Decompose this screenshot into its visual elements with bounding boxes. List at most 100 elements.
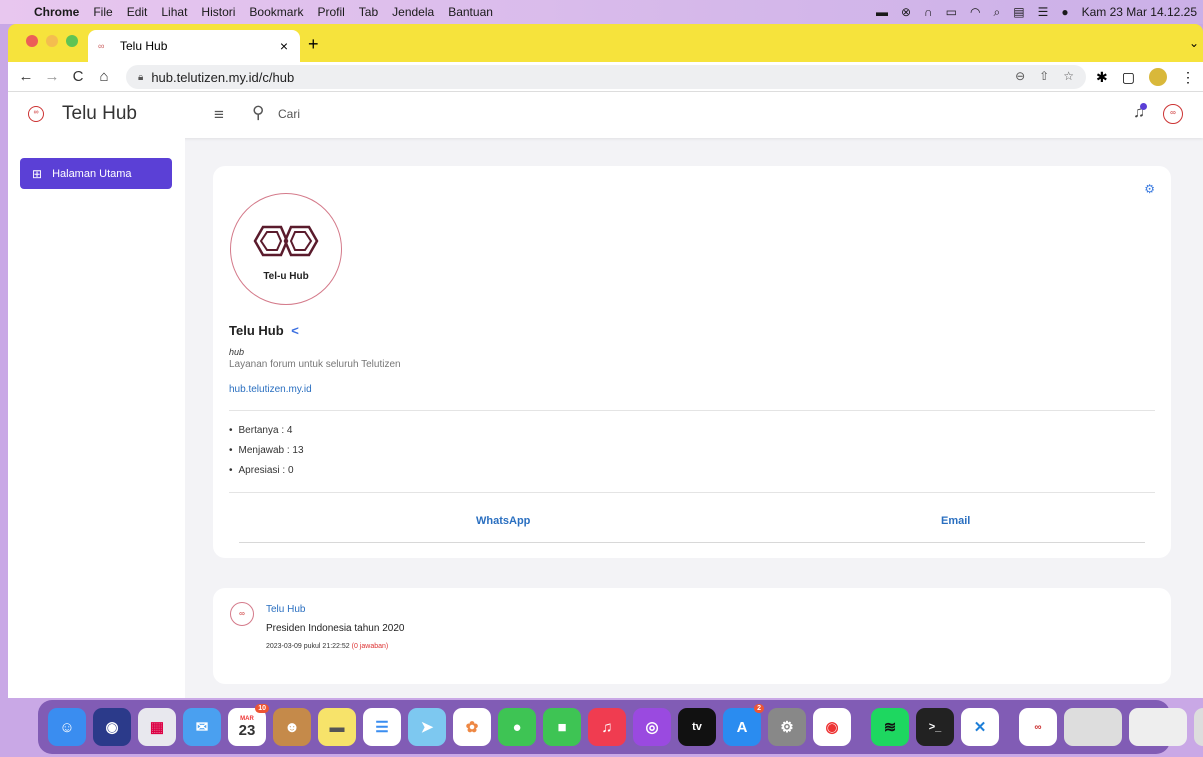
post-timestamp: 2023-03-09 pukul 21:22:52 <box>266 643 350 650</box>
profile-avatar[interactable] <box>1149 68 1167 86</box>
share-icon[interactable]: < <box>291 323 299 338</box>
settings-gear-icon[interactable]: ⚙ <box>1144 182 1155 196</box>
back-icon[interactable]: ← <box>18 68 34 85</box>
post-answer-count: (0 jawaban) <box>351 643 389 650</box>
system-settings-icon[interactable]: ⚙ <box>768 708 806 746</box>
minimize-window-button[interactable] <box>46 35 58 47</box>
web-page: ∞ Telu Hub ≡ ⚲ ♫ ∞ ⊞ Halaman Utama ⚙ Tel… <box>8 92 1203 698</box>
url-text[interactable]: hub.telutizen.my.id/c/hub <box>151 70 294 85</box>
extensions-icon[interactable]: ✱ <box>1096 69 1108 86</box>
spotlight-icon[interactable]: ⌕ <box>994 5 1001 20</box>
finder-icon[interactable]: ☺ <box>48 708 86 746</box>
email-contact-link[interactable]: Email <box>941 515 970 527</box>
apple-tv-icon[interactable]: tv <box>678 708 716 746</box>
post-meta: 2023-03-09 pukul 21:22:52 (0 jawaban) <box>266 643 388 650</box>
menu-file[interactable]: File <box>93 5 112 19</box>
side-panel-icon[interactable]: ▢ <box>1122 69 1135 86</box>
photos-icon[interactable]: ✿ <box>453 708 491 746</box>
tab-favicon-icon: ∞ <box>98 41 105 51</box>
headphones-icon[interactable]: ∩ <box>924 5 933 19</box>
menu-tab[interactable]: Tab <box>359 5 378 19</box>
contacts-icon[interactable]: ☻ <box>273 708 311 746</box>
notes-icon[interactable]: ▬ <box>318 708 356 746</box>
hub-type: hub <box>229 347 245 357</box>
menu-history[interactable]: Histori <box>201 5 235 19</box>
wifi-icon[interactable]: ◠ <box>970 5 980 19</box>
control-center-icon[interactable]: ☰ <box>1038 5 1049 19</box>
bookmark-star-icon[interactable]: ☆ <box>1063 69 1074 83</box>
telu-hub-webapp-icon[interactable]: ∞ <box>1019 708 1057 746</box>
launchpad-icon[interactable]: ▦ <box>138 708 176 746</box>
macos-menubar: Chrome File Edit Lihat Histori Bookmark … <box>0 0 1203 24</box>
menu-app-name[interactable]: Chrome <box>34 5 79 19</box>
post-title[interactable]: Presiden Indonesia tahun 2020 <box>266 623 404 634</box>
app-store-icon[interactable]: A2 <box>723 704 764 746</box>
vpn-icon[interactable]: ⊗ <box>901 5 911 19</box>
divider <box>229 492 1155 493</box>
siri-icon[interactable]: ● <box>1061 5 1068 19</box>
close-window-button[interactable] <box>26 35 38 47</box>
address-bar[interactable]: 🔒︎ hub.telutizen.my.id/c/hub ⊖ ⇧ ☆ <box>126 65 1086 89</box>
spotify-icon[interactable]: ≋ <box>871 708 909 746</box>
search-icon[interactable]: ⚲ <box>252 103 264 123</box>
menu-help[interactable]: Bantuan <box>448 5 493 19</box>
lock-icon[interactable]: 🔒︎ <box>138 72 143 83</box>
share-page-icon[interactable]: ⇧ <box>1039 69 1049 83</box>
chrome-dock-icon[interactable]: ◉ <box>813 708 851 746</box>
zoom-window-button[interactable] <box>66 35 78 47</box>
post-card[interactable]: ∞ Telu Hub Presiden Indonesia tahun 2020… <box>213 588 1171 684</box>
divider <box>229 410 1155 411</box>
new-tab-button[interactable]: + <box>308 34 319 55</box>
minimized-window-icon[interactable] <box>1129 708 1187 746</box>
forward-icon[interactable]: → <box>44 68 60 85</box>
user-avatar[interactable]: ∞ <box>1163 104 1183 124</box>
whatsapp-contact-link[interactable]: WhatsApp <box>476 515 530 527</box>
vscode-icon[interactable]: ✕ <box>961 708 999 746</box>
menu-profile[interactable]: Profil <box>317 5 344 19</box>
battery-status-icon[interactable]: ▬ <box>876 5 888 19</box>
search-input[interactable] <box>278 107 478 121</box>
post-author-link[interactable]: Telu Hub <box>266 604 305 615</box>
screen-mirroring-icon[interactable]: ▤ <box>1013 5 1024 19</box>
trash-icon[interactable]: 🗑︎ <box>1194 708 1203 746</box>
chrome-tab-strip: ∞ Telu Hub × + ⌄ <box>8 24 1203 62</box>
terminal-icon[interactable]: >_ <box>916 708 954 746</box>
calendar-badge: 10 <box>255 704 269 713</box>
messages-icon[interactable]: ● <box>498 708 536 746</box>
browser-tab[interactable]: ∞ Telu Hub × <box>88 30 300 62</box>
tab-search-chevron-icon[interactable]: ⌄ <box>1189 36 1199 50</box>
tab-title: Telu Hub <box>120 39 168 53</box>
mail-icon[interactable]: ✉ <box>183 708 221 746</box>
reload-icon[interactable]: C <box>70 68 86 85</box>
maps-icon[interactable]: ➤ <box>408 708 446 746</box>
close-tab-icon[interactable]: × <box>280 38 288 54</box>
stat-questions: Bertanya : 4 <box>229 425 304 436</box>
menu-edit[interactable]: Edit <box>127 5 148 19</box>
hub-stats-list: Bertanya : 4 Menjawab : 13 Apresiasi : 0 <box>229 425 304 485</box>
telu-hub-logo-icon[interactable]: ∞ <box>28 106 44 122</box>
facetime-icon[interactable]: ■ <box>543 708 581 746</box>
window-controls <box>26 35 78 47</box>
menubar-clock[interactable]: Kam 23 Mar 14.12.25 <box>1082 5 1197 19</box>
hub-website-link[interactable]: hub.telutizen.my.id <box>229 384 312 395</box>
hamburger-menu-icon[interactable]: ≡ <box>214 105 224 125</box>
menu-bookmarks[interactable]: Bookmark <box>249 5 303 19</box>
sidebar-item-home[interactable]: ⊞ Halaman Utama <box>20 158 172 189</box>
post-author-avatar[interactable]: ∞ <box>230 602 254 626</box>
calendar-icon[interactable]: MAR 23 10 <box>228 704 269 746</box>
reminders-icon[interactable]: ☰ <box>363 708 401 746</box>
app-store-badge: 2 <box>754 704 764 713</box>
battery-icon[interactable]: ▭ <box>946 5 957 19</box>
music-icon[interactable]: ♫ <box>588 708 626 746</box>
divider <box>239 542 1145 543</box>
menu-window[interactable]: Jendela <box>392 5 434 19</box>
minimized-window-icon[interactable] <box>1064 708 1122 746</box>
zoom-icon[interactable]: ⊖ <box>1015 69 1025 83</box>
siri-dock-icon[interactable]: ◉ <box>93 708 131 746</box>
app-header: ∞ Telu Hub ≡ ⚲ ♫ ∞ <box>8 92 1203 138</box>
home-icon[interactable]: ⌂ <box>96 68 112 85</box>
brand-title[interactable]: Telu Hub <box>62 103 137 125</box>
chrome-menu-icon[interactable]: ⋮ <box>1181 69 1195 86</box>
menu-view[interactable]: Lihat <box>161 5 187 19</box>
podcasts-icon[interactable]: ◎ <box>633 708 671 746</box>
